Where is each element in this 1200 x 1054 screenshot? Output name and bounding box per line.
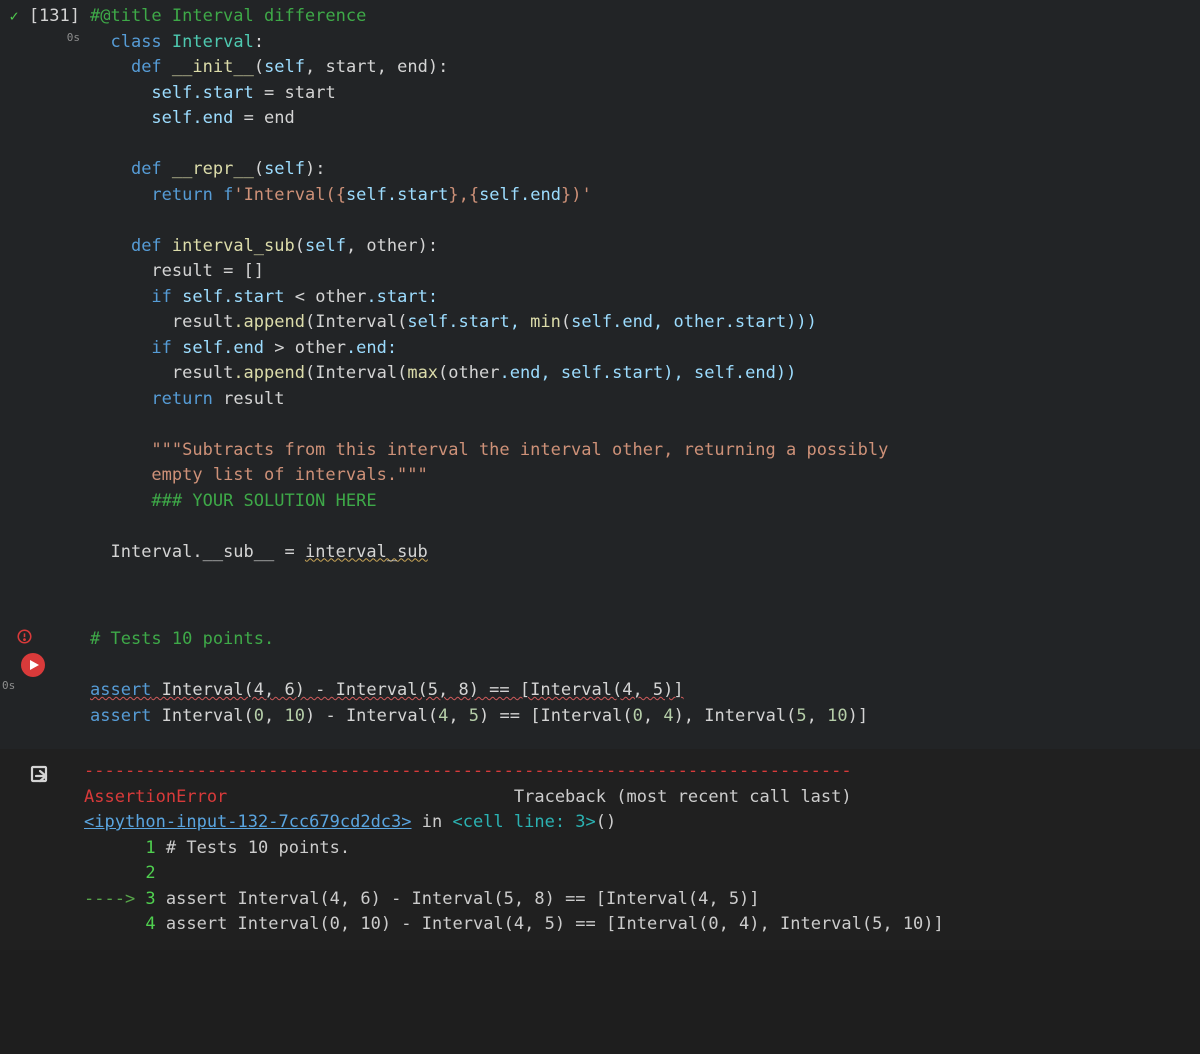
code-line[interactable]: def __repr__(self): (90, 157, 1200, 183)
code-line[interactable] (90, 653, 1200, 679)
code-line[interactable]: result.append(Interval(max(other.end, se… (90, 361, 1200, 387)
tb-line: 4 assert Interval(0, 10) - Interval(4, 5… (84, 912, 1200, 938)
tb-line: AssertionError Traceback (most recent ca… (84, 785, 1200, 811)
code-line[interactable]: empty list of intervals.""" (90, 463, 1200, 489)
code-line[interactable] (90, 412, 1200, 438)
traceback-link[interactable]: <ipython-input-132-7cc679cd2dc3> (84, 812, 412, 832)
traceback: ----------------------------------------… (80, 755, 1200, 938)
status-error-icon (17, 629, 32, 648)
code-line[interactable]: self.start = start (90, 81, 1200, 107)
code-line[interactable]: result = [] (90, 259, 1200, 285)
code-cell-1[interactable]: ✓ [131] 0s #@title Interval difference c… (0, 0, 1200, 601)
code-line[interactable]: assert Interval(4, 6) - Interval(5, 8) =… (90, 678, 1200, 704)
code-line[interactable]: Interval.__sub__ = interval_sub (90, 540, 1200, 566)
code-line[interactable]: self.end = end (90, 106, 1200, 132)
code-line[interactable]: if self.end > other.end: (90, 336, 1200, 362)
play-icon (30, 660, 39, 670)
code-line[interactable]: # Tests 10 points. (90, 627, 1200, 653)
tb-line: ----------------------------------------… (84, 759, 1200, 785)
cell2-gutter: 0s (0, 623, 54, 729)
clear-output-icon[interactable] (28, 772, 52, 792)
exec-count: [131] (29, 6, 80, 26)
exec-time: 0s (0, 30, 80, 47)
code-line[interactable]: #@title Interval difference (90, 4, 1200, 30)
code-cell-2[interactable]: 0s # Tests 10 points. assert Interval(4,… (0, 601, 1200, 749)
code-line[interactable]: """Subtracts from this interval the inte… (90, 438, 1200, 464)
run-cell-button[interactable] (21, 653, 45, 677)
code-editor-2[interactable]: # Tests 10 points. assert Interval(4, 6)… (54, 623, 1200, 729)
tb-line: 1 # Tests 10 points. (84, 836, 1200, 862)
code-line[interactable] (90, 132, 1200, 158)
code-line[interactable]: ### YOUR SOLUTION HERE (90, 489, 1200, 515)
cell1-gutter: ✓ [131] 0s (0, 0, 86, 565)
code-line[interactable]: def interval_sub(self, other): (90, 234, 1200, 260)
code-line[interactable]: result.append(Interval(self.start, min(s… (90, 310, 1200, 336)
code-line[interactable]: return f'Interval({self.start},{self.end… (90, 183, 1200, 209)
tb-line: ----> 3 assert Interval(4, 6) - Interval… (84, 887, 1200, 913)
code-line[interactable]: if self.start < other.start: (90, 285, 1200, 311)
code-line[interactable] (90, 514, 1200, 540)
output-gutter (0, 755, 80, 938)
code-line[interactable]: class Interval: (90, 30, 1200, 56)
code-line[interactable]: def __init__(self, start, end): (90, 55, 1200, 81)
code-editor-1[interactable]: #@title Interval difference class Interv… (86, 0, 1200, 565)
code-line[interactable] (90, 208, 1200, 234)
status-check-icon: ✓ (10, 7, 19, 25)
output-area: ----------------------------------------… (0, 749, 1200, 950)
code-line[interactable]: return result (90, 387, 1200, 413)
tb-line: 2 (84, 861, 1200, 887)
exec-time: 0s (0, 678, 48, 695)
code-line[interactable]: assert Interval(0, 10) - Interval(4, 5) … (90, 704, 1200, 730)
tb-line: <ipython-input-132-7cc679cd2dc3> in <cel… (84, 810, 1200, 836)
